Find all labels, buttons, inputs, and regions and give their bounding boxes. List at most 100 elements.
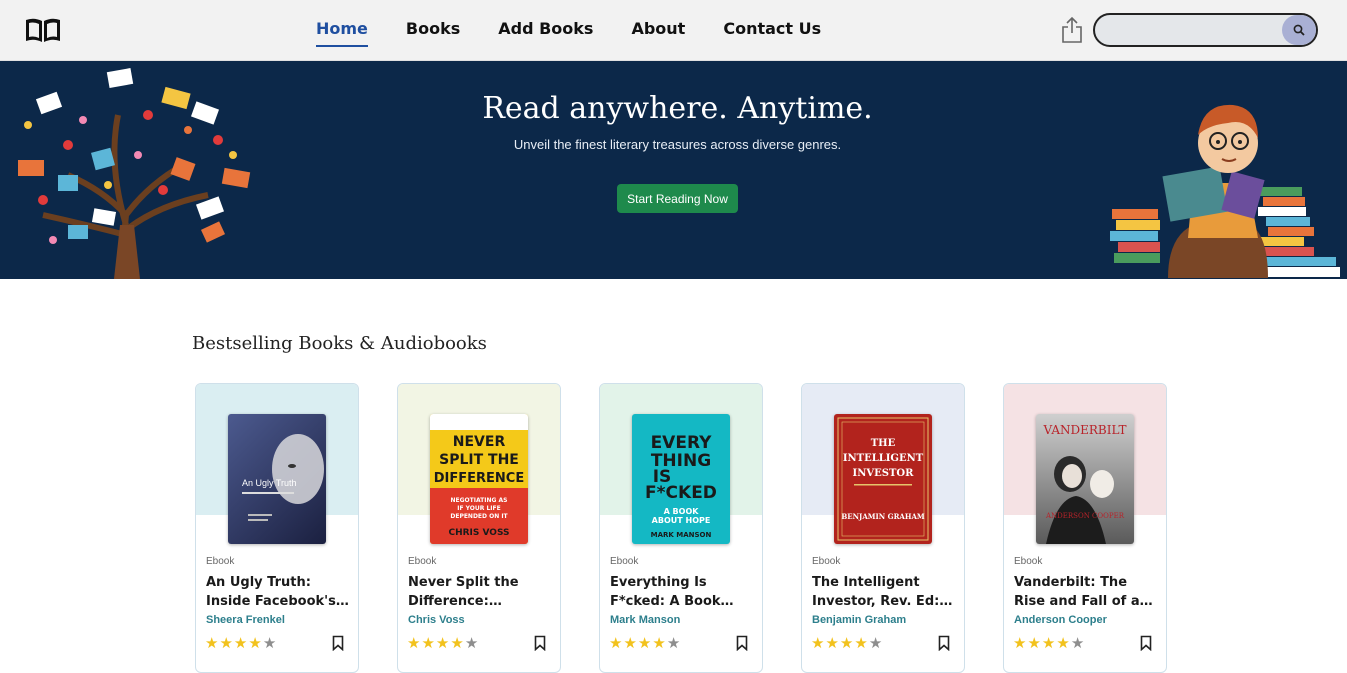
star-icon: ★	[248, 635, 263, 652]
rating-stars: ★★★★★	[407, 634, 479, 652]
svg-text:ABOUT HOPE: ABOUT HOPE	[652, 516, 711, 525]
cover-art: VANDERBILT ANDERSON COOPER	[1043, 423, 1127, 544]
star-icon: ★	[1041, 635, 1057, 652]
book-author[interactable]: Benjamin Graham	[812, 614, 906, 626]
svg-text:A BOOK: A BOOK	[664, 507, 700, 516]
svg-text:F*CKED: F*CKED	[645, 483, 717, 503]
book-cover: An Ugly Truth	[228, 414, 326, 544]
nav-about[interactable]: About	[631, 19, 685, 38]
star-icon: ★	[219, 635, 234, 652]
cover-art: NEVER SPLIT THE DIFFERENCE NEGOTIATING A…	[430, 414, 528, 544]
svg-text:THE: THE	[871, 438, 896, 449]
book-type: Ebook	[1014, 556, 1043, 567]
svg-text:VANDERBILT: VANDERBILT	[1043, 423, 1127, 437]
book-title[interactable]: An Ugly Truth: Inside Facebook's Battle …	[206, 573, 352, 611]
book-author[interactable]: Anderson Cooper	[1014, 614, 1107, 626]
star-icon: ★	[623, 635, 638, 652]
bookmark-icon[interactable]	[736, 635, 748, 651]
svg-text:BENJAMIN GRAHAM: BENJAMIN GRAHAM	[841, 512, 925, 521]
star-icon: ★	[666, 635, 682, 652]
search-icon	[1293, 24, 1305, 36]
book-title[interactable]: Never Split the Difference: Negotiating …	[408, 573, 554, 611]
boy-reading-illustration	[1110, 104, 1340, 278]
book-author[interactable]: Chris Voss	[408, 614, 465, 626]
star-icon: ★	[854, 635, 869, 652]
star-icon: ★	[1013, 635, 1028, 652]
book-card[interactable]: NEVER SPLIT THE DIFFERENCE NEGOTIATING A…	[397, 383, 561, 673]
svg-text:NEGOTIATING AS: NEGOTIATING AS	[451, 497, 508, 504]
top-navbar: Home Books Add Books About Contact Us	[0, 0, 1347, 61]
star-icon: ★	[825, 635, 840, 652]
cover-art: An Ugly Truth	[242, 434, 324, 521]
star-icon: ★	[839, 635, 855, 652]
share-upload-icon[interactable]	[1060, 16, 1084, 44]
star-icon: ★	[205, 635, 220, 652]
star-icon: ★	[1070, 635, 1086, 652]
book-cover: VANDERBILT ANDERSON COOPER	[1036, 414, 1134, 544]
nav-contact-us[interactable]: Contact Us	[723, 19, 821, 38]
section-title: Bestselling Books & Audiobooks	[192, 333, 487, 354]
star-icon: ★	[811, 635, 826, 652]
svg-text:DEPENDED ON IT: DEPENDED ON IT	[450, 513, 508, 520]
book-author[interactable]: Mark Manson	[610, 614, 680, 626]
star-icon: ★	[407, 635, 422, 652]
svg-text:ANDERSON COOPER: ANDERSON COOPER	[1045, 512, 1125, 520]
rating-stars: ★★★★★	[609, 634, 681, 652]
book-cover: THE INTELLIGENT INVESTOR BENJAMIN GRAHAM	[834, 414, 932, 544]
search-bar	[1093, 13, 1318, 47]
rating-stars: ★★★★★	[811, 634, 883, 652]
book-type: Ebook	[610, 556, 639, 567]
star-icon: ★	[421, 635, 436, 652]
cover-art: THE INTELLIGENT INVESTOR BENJAMIN GRAHAM	[837, 417, 929, 541]
book-type: Ebook	[812, 556, 841, 567]
book-type: Ebook	[206, 556, 235, 567]
star-icon: ★	[262, 635, 278, 652]
bookmark-icon[interactable]	[938, 635, 950, 651]
bookmark-icon[interactable]	[1140, 635, 1152, 651]
book-card[interactable]: VANDERBILT ANDERSON COOPER Ebook Vanderb…	[1003, 383, 1167, 673]
main-nav: Home Books Add Books About Contact Us	[316, 19, 859, 47]
nav-home[interactable]: Home	[316, 19, 368, 47]
svg-text:INTELLIGENT: INTELLIGENT	[843, 453, 924, 464]
svg-text:NEVER: NEVER	[453, 434, 506, 450]
book-card[interactable]: An Ugly Truth Ebook An Ugly Truth: Insid…	[195, 383, 359, 673]
hero-banner: Read anywhere. Anytime. Unveil the fines…	[0, 61, 1347, 279]
cover-art: EVERY THING IS F*CKED A BOOK ABOUT HOPE …	[645, 433, 717, 539]
book-author[interactable]: Sheera Frenkel	[206, 614, 285, 626]
star-icon: ★	[233, 635, 249, 652]
svg-text:CHRIS VOSS: CHRIS VOSS	[448, 528, 509, 538]
nav-add-books[interactable]: Add Books	[498, 19, 593, 38]
bookmark-icon[interactable]	[332, 635, 344, 651]
book-title[interactable]: Vanderbilt: The Rise and Fall of an Amer…	[1014, 573, 1160, 611]
star-icon: ★	[450, 635, 465, 652]
search-input[interactable]	[1105, 15, 1280, 45]
star-icon: ★	[609, 635, 624, 652]
search-button[interactable]	[1282, 15, 1316, 45]
svg-text:SPLIT THE: SPLIT THE	[439, 452, 519, 468]
book-logo-icon[interactable]	[25, 16, 61, 44]
cover-title-text: An Ugly Truth	[242, 478, 297, 488]
star-icon: ★	[464, 635, 480, 652]
bookmark-icon[interactable]	[534, 635, 546, 651]
svg-text:DIFFERENCE: DIFFERENCE	[434, 471, 524, 486]
svg-text:INVESTOR: INVESTOR	[853, 468, 915, 479]
svg-text:IF YOUR LIFE: IF YOUR LIFE	[457, 505, 501, 512]
star-icon: ★	[637, 635, 653, 652]
book-type: Ebook	[408, 556, 437, 567]
nav-books[interactable]: Books	[406, 19, 460, 38]
svg-text:MARK MANSON: MARK MANSON	[651, 531, 712, 539]
book-title[interactable]: Everything Is F*cked: A Book About Hope	[610, 573, 756, 611]
svg-text:EVERY: EVERY	[651, 433, 713, 453]
book-card[interactable]: EVERY THING IS F*CKED A BOOK ABOUT HOPE …	[599, 383, 763, 673]
star-icon: ★	[868, 635, 884, 652]
book-card[interactable]: THE INTELLIGENT INVESTOR BENJAMIN GRAHAM…	[801, 383, 965, 673]
star-icon: ★	[435, 635, 451, 652]
book-cover: NEVER SPLIT THE DIFFERENCE NEGOTIATING A…	[430, 414, 528, 544]
book-title[interactable]: The Intelligent Investor, Rev. Ed: The D…	[812, 573, 958, 611]
rating-stars: ★★★★★	[1013, 634, 1085, 652]
start-reading-button[interactable]: Start Reading Now	[617, 184, 738, 213]
book-cover: EVERY THING IS F*CKED A BOOK ABOUT HOPE …	[632, 414, 730, 544]
rating-stars: ★★★★★	[205, 634, 277, 652]
star-icon: ★	[652, 635, 667, 652]
star-icon: ★	[1027, 635, 1042, 652]
